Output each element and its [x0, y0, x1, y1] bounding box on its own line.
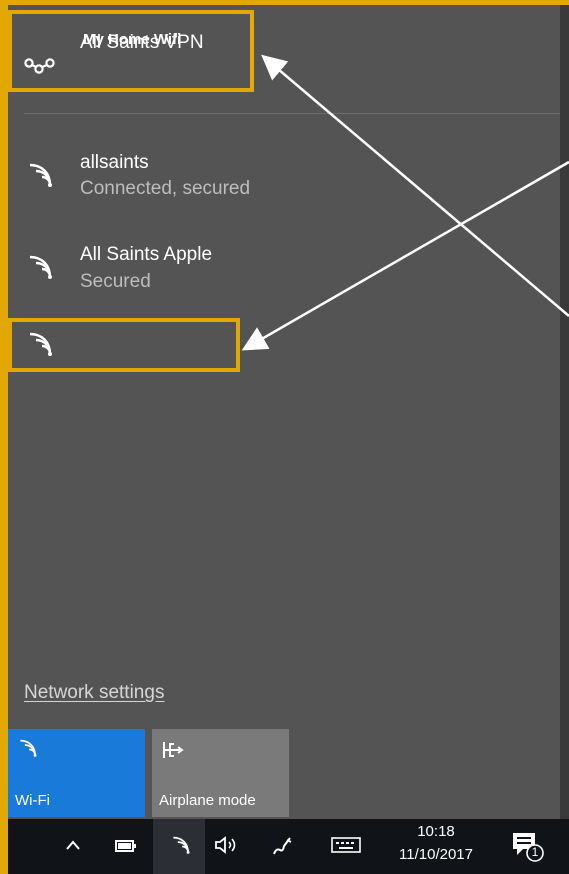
- annotation-arrows: [241, 54, 569, 351]
- arrow-to-home-wifi: [241, 160, 569, 351]
